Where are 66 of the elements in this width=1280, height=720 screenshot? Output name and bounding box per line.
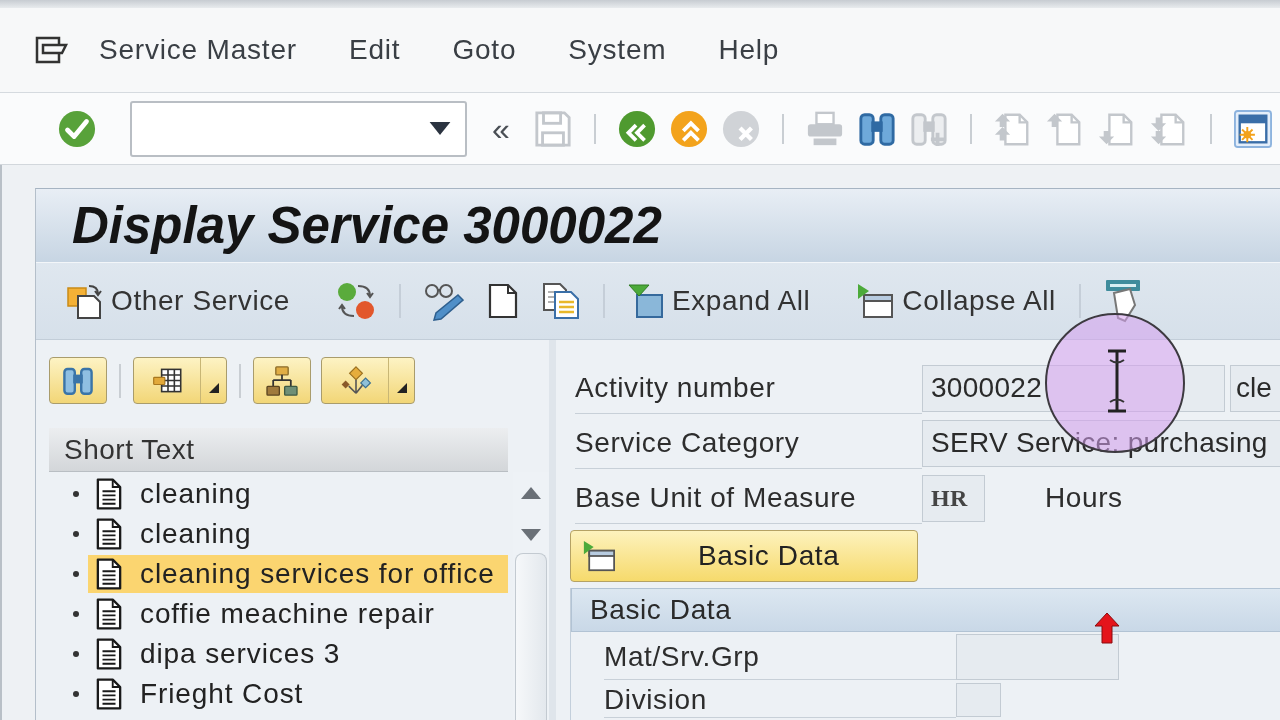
- layout-button[interactable]: [133, 357, 227, 404]
- hierarchy-button[interactable]: [253, 357, 311, 404]
- list-item[interactable]: cleaning: [88, 515, 508, 553]
- column-header[interactable]: Short Text: [49, 428, 508, 472]
- input-field[interactable]: [956, 683, 1001, 717]
- document-icon: [96, 598, 122, 630]
- up-arrow-icon: [1094, 612, 1120, 644]
- bullet-icon: [73, 531, 79, 537]
- find-button[interactable]: [49, 357, 107, 404]
- swap-dots-icon[interactable]: [336, 281, 376, 321]
- other-service-button[interactable]: Other Service: [67, 283, 290, 319]
- double-chevron-toggle[interactable]: «: [492, 112, 510, 145]
- unit-description: Hours: [1045, 482, 1123, 514]
- caret-icon[interactable]: [396, 383, 407, 393]
- bullet-icon: [73, 491, 79, 497]
- menu-item[interactable]: Help: [718, 34, 780, 66]
- collapse-tree-icon: [856, 283, 895, 319]
- list-item[interactable]: dipa services 3: [88, 635, 508, 673]
- menu-item[interactable]: Goto: [452, 34, 517, 66]
- document-icon: [96, 518, 122, 550]
- scroll-up-arrow[interactable]: [521, 487, 541, 499]
- window-settings-icon[interactable]: [1233, 109, 1272, 148]
- caret-icon[interactable]: [429, 122, 451, 135]
- table-grid-icon: [152, 367, 184, 394]
- scrollbar-thumb[interactable]: [515, 553, 547, 720]
- window-flag-icon: [582, 540, 616, 572]
- group-header[interactable]: Basic Data: [571, 588, 1280, 632]
- caret-icon[interactable]: [208, 383, 219, 393]
- documents-icon: [67, 283, 103, 319]
- back-circle-icon[interactable]: [617, 109, 656, 148]
- bullet-icon: [73, 651, 79, 657]
- blank-page-icon[interactable]: [488, 283, 518, 319]
- nodes-button[interactable]: [321, 357, 415, 404]
- checkmark-icon[interactable]: [58, 109, 96, 148]
- number-field[interactable]: 3000022: [922, 364, 1225, 412]
- menu-item[interactable]: Service Master: [99, 34, 297, 66]
- scroll-down-arrow[interactable]: [521, 529, 541, 541]
- hierarchy-icon: [266, 365, 298, 396]
- list-item[interactable]: coffie meachine repair: [88, 595, 508, 633]
- list-item[interactable]: cleaning: [88, 475, 508, 513]
- basic-data-button[interactable]: Basic Data: [570, 530, 918, 582]
- unit-field[interactable]: HR: [922, 474, 985, 522]
- expand-tree-icon: [628, 283, 664, 319]
- input-field[interactable]: [956, 634, 1119, 680]
- menu-item[interactable]: Edit: [348, 34, 401, 66]
- document-icon: [96, 478, 122, 510]
- list-item[interactable]: cleaning services for office: [88, 555, 508, 593]
- bullet-icon: [73, 571, 79, 577]
- page-title: Display Service 3000022: [72, 196, 662, 255]
- menu-item[interactable]: System: [568, 34, 667, 66]
- expand-all-button[interactable]: Expand All: [628, 283, 811, 319]
- list-item[interactable]: Frieght Cost: [88, 675, 508, 713]
- collapse-all-button[interactable]: Collapse All: [856, 283, 1056, 319]
- field-label: Division: [604, 682, 956, 718]
- command-field[interactable]: [130, 100, 467, 157]
- copy-pages-icon[interactable]: [542, 282, 580, 320]
- diamond-nodes-icon: [340, 366, 372, 395]
- paper-tray-icon[interactable]: [1103, 278, 1142, 324]
- description-field[interactable]: cle: [1230, 364, 1280, 412]
- document-icon: [96, 678, 122, 710]
- bullet-icon: [73, 691, 79, 697]
- glasses-pencil-icon[interactable]: [424, 281, 464, 321]
- document-icon: [96, 638, 122, 670]
- menu-icon[interactable]: [35, 36, 69, 64]
- bullet-icon: [73, 611, 79, 617]
- document-icon: [96, 558, 122, 590]
